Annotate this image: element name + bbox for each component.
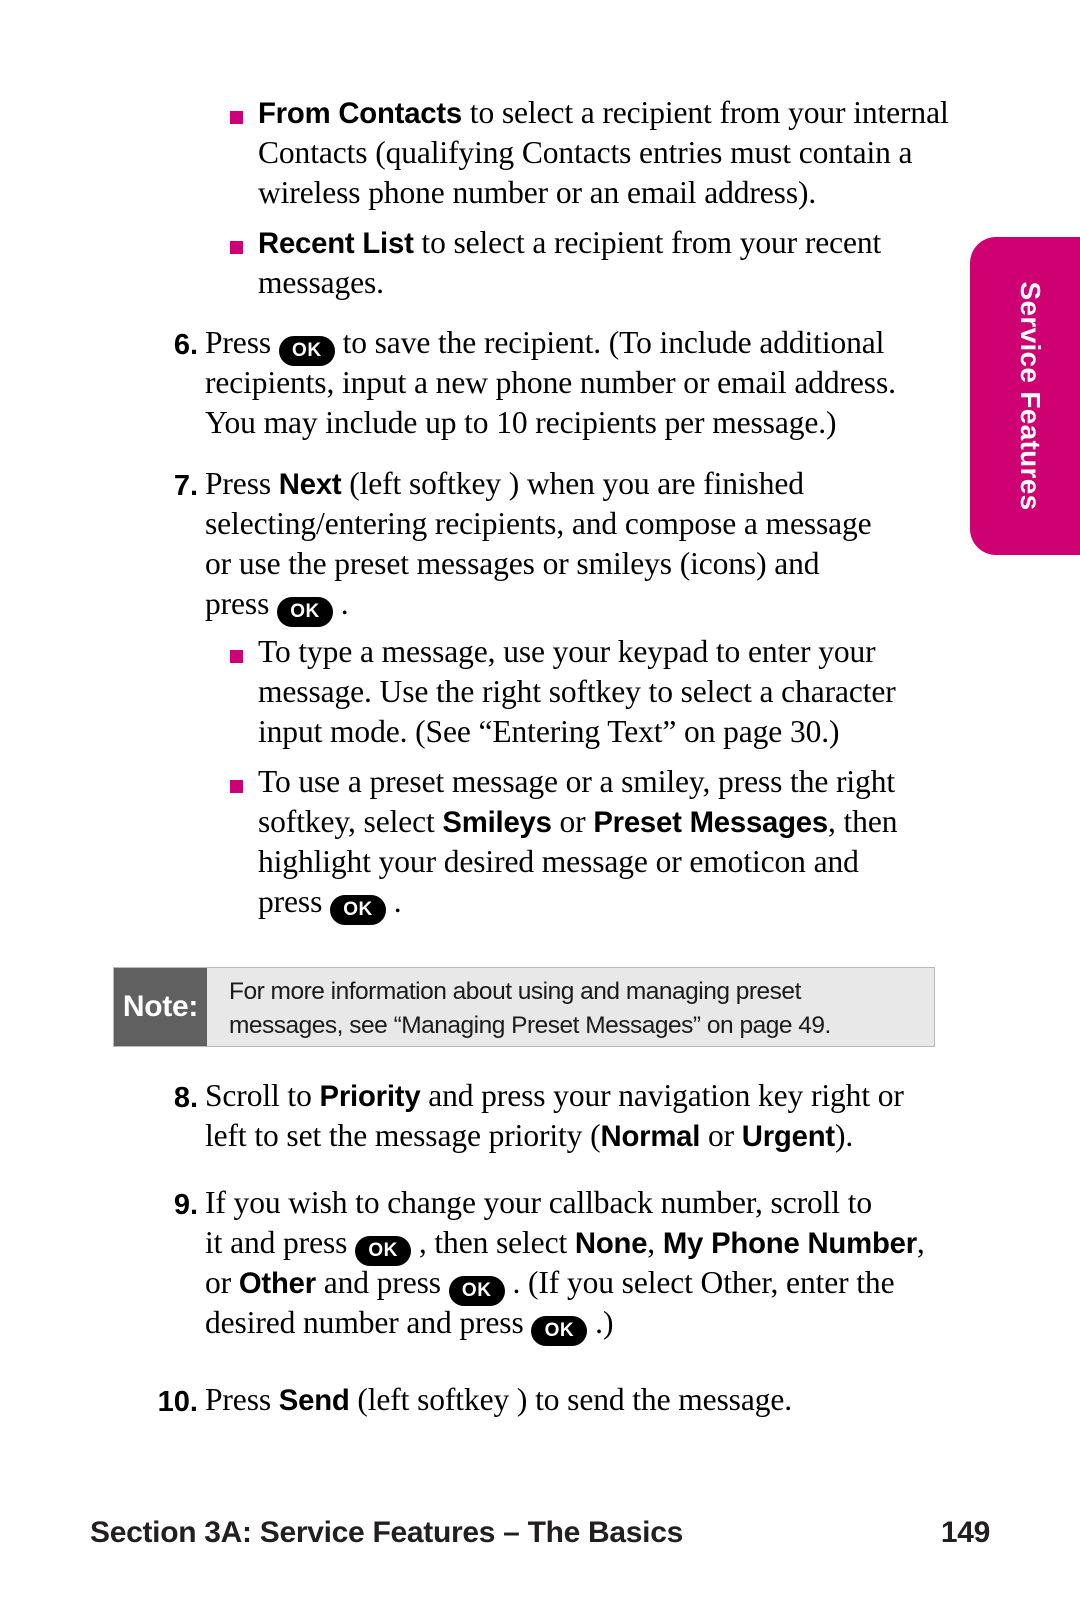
text-line: press OK . <box>258 884 402 925</box>
note-text-line: messages, see “Managing Preset Messages”… <box>229 1012 831 1039</box>
ui-term: Priority <box>319 1080 421 1113</box>
text-line: Contacts (qualifying Contacts entries mu… <box>258 135 913 170</box>
ui-term: Smileys <box>442 806 552 839</box>
bullet-square-icon <box>230 650 243 663</box>
text-line: recipients, input a new phone number or … <box>205 365 896 400</box>
text-line: messages. <box>258 265 384 300</box>
bullet-line-first: Recent List to select a recipient from y… <box>258 225 882 260</box>
text-line: press OK . <box>205 586 349 627</box>
ok-key-icon: OK <box>278 336 335 366</box>
bullet-square-icon <box>230 111 243 124</box>
step-number: 9. <box>173 1189 198 1221</box>
text-line: Press OK to save the recipient. (To incl… <box>205 325 884 366</box>
text-line: desired number and press OK .) <box>205 1305 613 1346</box>
text-line: softkey, select Smileys or Preset Messag… <box>258 804 898 839</box>
note-label: Note: <box>114 968 207 1046</box>
text-line: If you wish to change your callback numb… <box>205 1185 872 1220</box>
text-line: Press Next (left softkey ) when you are … <box>205 466 804 501</box>
ok-key-icon: OK <box>531 1316 588 1346</box>
text-line: it and press OK , then select None, My P… <box>205 1225 925 1266</box>
manual-page: Service Features From Contacts to select… <box>0 0 1080 1620</box>
ok-key-icon: OK <box>330 895 387 925</box>
text-line: or Other and press OK . (If you select O… <box>205 1265 895 1306</box>
page-footer: Section 3A: Service Features – The Basic… <box>90 1516 990 1550</box>
step-number: 7. <box>173 470 198 502</box>
text-line: selecting/entering recipients, and compo… <box>205 506 872 541</box>
step-number: 8. <box>173 1082 198 1114</box>
text-line: or use the preset messages or smileys (i… <box>205 546 820 581</box>
ui-term: Normal <box>600 1120 701 1153</box>
note-box: Note: For more information about using a… <box>113 967 935 1047</box>
note-text: For more information about using and man… <box>207 968 934 1046</box>
text-line: left to set the message priority (Normal… <box>205 1118 854 1153</box>
step-number: 6. <box>173 329 198 361</box>
ui-term: Send <box>278 1384 350 1417</box>
ui-term: Preset Messages <box>593 806 828 839</box>
bullet-line-first: From Contacts to select a recipient from… <box>258 95 949 130</box>
bullet-square-icon <box>230 780 243 793</box>
ui-term: Urgent <box>741 1120 835 1153</box>
ui-term: Recent List <box>258 227 414 260</box>
text-line: highlight your desired message or emotic… <box>258 844 859 879</box>
ui-term: Other <box>238 1267 316 1300</box>
ok-key-icon: OK <box>448 1276 505 1306</box>
bullet-square-icon <box>230 241 243 254</box>
text-line: To use a preset message or a smiley, pre… <box>258 764 895 799</box>
side-tab-service-features: Service Features <box>970 237 1080 555</box>
step-number: 10. <box>157 1386 198 1418</box>
text-line: Press Send (left softkey ) to send the m… <box>205 1382 793 1417</box>
text-line: wireless phone number or an email addres… <box>258 175 817 210</box>
ui-term: My Phone Number <box>662 1227 917 1260</box>
side-tab-label: Service Features <box>1015 281 1046 511</box>
ui-term: None <box>574 1227 648 1260</box>
page-number: 149 <box>940 1516 990 1549</box>
text-line: message. Use the right softkey to select… <box>258 674 896 709</box>
ok-key-icon: OK <box>277 597 334 627</box>
footer-section-title: Section 3A: Service Features – The Basic… <box>90 1516 683 1549</box>
ui-term: From Contacts <box>258 97 463 130</box>
text-line: You may include up to 10 recipients per … <box>205 405 837 440</box>
text-line: input mode. (See “Entering Text” on page… <box>258 714 840 749</box>
text-line: To type a message, use your keypad to en… <box>258 634 876 669</box>
note-text-line: For more information about using and man… <box>229 978 801 1005</box>
ok-key-icon: OK <box>355 1236 412 1266</box>
ui-term: Next <box>278 468 342 501</box>
text-line: Scroll to Priority and press your naviga… <box>205 1078 904 1113</box>
